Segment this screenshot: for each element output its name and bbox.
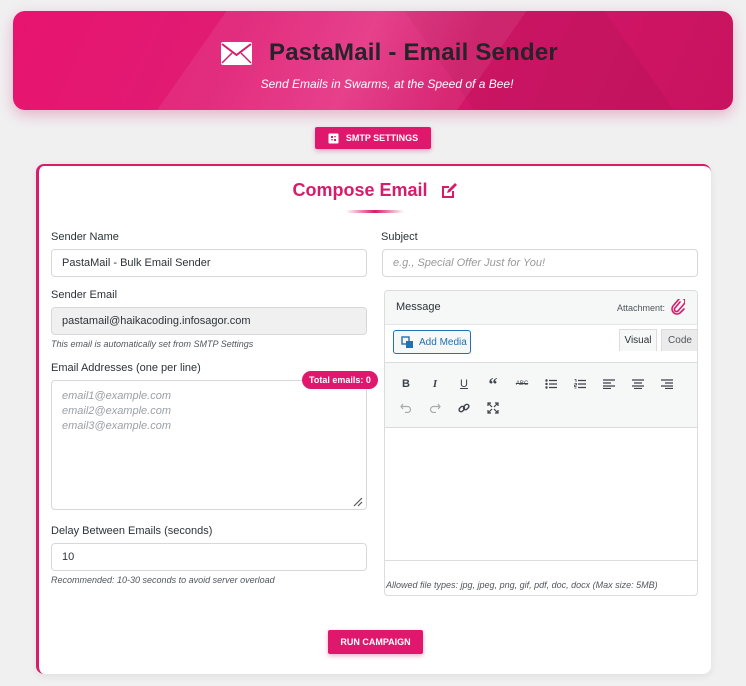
sender-name-field[interactable]: PastaMail - Bulk Email Sender bbox=[51, 249, 367, 277]
total-emails-badge: Total emails: 0 bbox=[302, 371, 378, 389]
media-icon bbox=[401, 335, 413, 348]
message-label: Message bbox=[396, 301, 441, 313]
redo-icon[interactable] bbox=[425, 398, 445, 418]
subject-label: Subject bbox=[381, 231, 418, 243]
envelope-icon bbox=[221, 41, 252, 65]
paperclip-icon[interactable] bbox=[671, 299, 685, 315]
undo-icon[interactable] bbox=[396, 398, 416, 418]
tab-visual[interactable]: Visual bbox=[619, 329, 657, 351]
sender-name-label: Sender Name bbox=[51, 231, 119, 243]
subject-placeholder: e.g., Special Offer Just for You! bbox=[393, 257, 546, 269]
delay-label: Delay Between Emails (seconds) bbox=[51, 525, 213, 537]
allowed-file-types: Allowed file types: jpg, jpeg, png, gif,… bbox=[386, 580, 658, 590]
compose-card: Compose Email Sender Name PastaMail - Bu… bbox=[36, 164, 711, 674]
attachment-label: Attachment: bbox=[616, 303, 665, 313]
compose-title: Compose Email bbox=[292, 180, 428, 200]
settings-grid-icon bbox=[328, 133, 339, 143]
underline-button[interactable]: U bbox=[454, 374, 474, 394]
resize-grip-icon[interactable] bbox=[353, 497, 363, 507]
add-media-button[interactable]: Add Media bbox=[393, 330, 471, 354]
sender-email-value: pastamail@haikacoding.infosagor.com bbox=[62, 315, 251, 327]
run-campaign-button[interactable]: RUN CAMPAIGN bbox=[328, 630, 423, 654]
blockquote-button[interactable]: “ bbox=[483, 374, 503, 394]
align-left-icon[interactable] bbox=[599, 374, 619, 394]
app-subtitle: Send Emails in Swarms, at the Speed of a… bbox=[260, 77, 514, 91]
numbered-list-icon[interactable] bbox=[570, 374, 590, 394]
bold-button[interactable]: B bbox=[396, 374, 416, 394]
strikethrough-button[interactable]: ABC bbox=[512, 374, 532, 394]
italic-button[interactable]: I bbox=[425, 374, 445, 394]
email-addresses-input[interactable] bbox=[51, 380, 367, 510]
tab-code[interactable]: Code bbox=[661, 329, 697, 351]
bullet-list-icon[interactable] bbox=[541, 374, 561, 394]
edit-icon bbox=[441, 182, 457, 198]
link-icon[interactable] bbox=[454, 398, 474, 418]
editor-toolbar: B I U “ ABC bbox=[385, 362, 697, 428]
delay-hint: Recommended: 10-30 seconds to avoid serv… bbox=[51, 575, 275, 585]
subject-input[interactable]: e.g., Special Offer Just for You! bbox=[382, 249, 698, 277]
add-media-label: Add Media bbox=[419, 336, 467, 348]
sender-email-hint: This email is automatically set from SMT… bbox=[51, 339, 254, 349]
compose-title-row: Compose Email bbox=[39, 180, 711, 201]
delay-input[interactable]: 10 bbox=[51, 543, 367, 571]
app-header: PastaMail - Email Sender Send Emails in … bbox=[13, 11, 733, 110]
sender-name-value: PastaMail - Bulk Email Sender bbox=[62, 257, 211, 269]
smtp-settings-label: SMTP SETTINGS bbox=[345, 133, 419, 143]
sender-email-field: pastamail@haikacoding.infosagor.com bbox=[51, 307, 367, 335]
message-editor-area[interactable] bbox=[385, 428, 697, 560]
align-right-icon[interactable] bbox=[657, 374, 677, 394]
header-title-row: PastaMail - Email Sender bbox=[220, 39, 558, 67]
fullscreen-icon[interactable] bbox=[483, 398, 503, 418]
align-center-icon[interactable] bbox=[628, 374, 648, 394]
smtp-settings-button[interactable]: SMTP SETTINGS bbox=[315, 127, 431, 149]
app-title: PastaMail - Email Sender bbox=[269, 39, 558, 66]
sender-email-label: Sender Email bbox=[51, 289, 118, 301]
delay-value: 10 bbox=[62, 551, 75, 563]
editor-statusbar bbox=[385, 560, 697, 576]
title-underline bbox=[346, 210, 404, 213]
message-header: Message Attachment: bbox=[385, 291, 697, 325]
message-editor: Message Attachment: Add Media Visual Cod… bbox=[384, 290, 698, 596]
email-addresses-label: Email Addresses (one per line) bbox=[51, 362, 201, 374]
